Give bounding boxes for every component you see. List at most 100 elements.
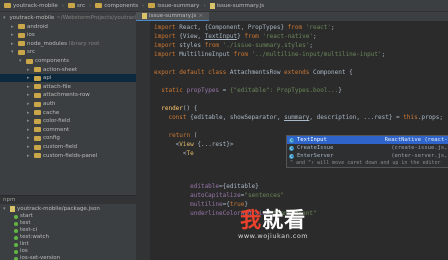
tab-label: issue-summary.js: [149, 12, 197, 19]
tree-item[interactable]: ▾ src: [0, 48, 136, 56]
chevron-down-icon[interactable]: ▾: [3, 205, 8, 213]
npm-script-icon: [14, 235, 18, 240]
chevron-right-icon: ›: [203, 2, 206, 9]
chevron-down-icon[interactable]: ▾: [3, 14, 6, 22]
npm-script-label: ios-set-version: [20, 255, 61, 260]
code-token: summary: [284, 114, 310, 121]
chevron-right-icon: ›: [61, 2, 64, 9]
npm-script-label: test: [20, 220, 31, 226]
npm-script-icon: [14, 221, 18, 226]
code-line: const {editable, showSeparator, summary,…: [154, 113, 443, 122]
code-token: AttachmentsRow: [229, 69, 285, 76]
breadcrumb-item[interactable]: src: [67, 3, 85, 9]
chevron-right-icon[interactable]: ▸: [11, 23, 16, 31]
chevron-right-icon[interactable]: ▸: [27, 143, 32, 151]
npm-script-item[interactable]: lint: [0, 241, 136, 248]
code-token: true: [229, 201, 245, 208]
tree-item[interactable]: ▸ config: [0, 134, 136, 142]
close-icon[interactable]: ×: [198, 12, 203, 21]
breadcrumb-item[interactable]: youtrack-mobile: [4, 3, 58, 9]
js-file-icon: [209, 2, 215, 9]
chevron-down-icon[interactable]: ▾: [11, 48, 16, 56]
breadcrumb-item[interactable]: issue-summary: [148, 3, 199, 9]
folder-icon: [34, 101, 41, 107]
folder-icon: [4, 3, 11, 8]
chevron-right-icon[interactable]: ▸: [27, 100, 32, 108]
tree-item[interactable]: ▾ youtrack-mobile ~/WebstormProjects/youtr…: [0, 14, 136, 22]
code-line: import {View, TextInput} from 'react-nat…: [154, 32, 443, 41]
chevron-right-icon[interactable]: ▸: [27, 66, 32, 74]
code-token: () {: [182, 105, 198, 112]
tree-item[interactable]: ▸ api: [0, 74, 136, 83]
chevron-right-icon: ›: [88, 2, 92, 9]
chevron-right-icon[interactable]: ▸: [27, 126, 32, 134]
editor-tab-bar: issue-summary.js ×: [136, 12, 448, 21]
class-icon: C: [289, 145, 294, 151]
chevron-right-icon[interactable]: ▸: [27, 152, 32, 160]
tree-item[interactable]: ▸ android: [0, 23, 136, 31]
chevron-right-icon[interactable]: ▸: [27, 74, 32, 82]
code-token: View: [179, 141, 198, 148]
autocomplete-item[interactable]: CTextInput ReactNative (react-native.js, …: [287, 136, 448, 144]
tree-item[interactable]: ▸ attachments-row: [0, 91, 136, 99]
tree-item[interactable]: ▸ node_modules library root: [0, 40, 136, 48]
chevron-right-icon[interactable]: ▸: [27, 117, 32, 125]
autocomplete-item-type: (create-issue.js, src/views/create-issue…: [391, 145, 448, 151]
package-json-icon: [10, 206, 15, 212]
chevron-right-icon[interactable]: ▸: [11, 40, 16, 48]
chevron-right-icon[interactable]: ▸: [27, 91, 32, 99]
npm-script-item[interactable]: ios: [0, 248, 136, 255]
npm-script-item[interactable]: test:watch: [0, 234, 136, 241]
watermark-url: www.wojiukan.com: [238, 232, 309, 240]
chevron-right-icon[interactable]: ▸: [27, 109, 32, 117]
tree-item[interactable]: ▸ action-sheet: [0, 66, 136, 74]
code-token: <: [154, 141, 180, 148]
tree-item-extra: library root: [68, 40, 100, 47]
code-token: return: [168, 132, 194, 139]
autocomplete-item[interactable]: CCreateIssue (create-issue.js, src/views/…: [287, 144, 448, 152]
tree-item[interactable]: ▸ comment: [0, 126, 136, 134]
folder-icon: [34, 144, 41, 150]
autocomplete-item-name: TextInput: [297, 137, 327, 143]
tree-item[interactable]: ▸ ios: [0, 31, 136, 39]
code-token: React, {Component, PropTypes}: [179, 24, 288, 31]
code-token: from: [244, 33, 263, 40]
folder-icon: [67, 3, 75, 8]
npm-panel-header: npm: [0, 195, 136, 204]
tree-item-label: ios: [27, 32, 35, 39]
npm-script-item[interactable]: test: [0, 220, 136, 227]
breadcrumb-item[interactable]: components: [95, 3, 138, 9]
tree-item[interactable]: ▸ color-field: [0, 117, 136, 125]
chevron-down-icon[interactable]: ▾: [19, 57, 24, 65]
npm-script-item[interactable]: start: [0, 213, 136, 220]
folder-icon: [18, 32, 25, 38]
tree-item[interactable]: ▸ auth: [0, 100, 136, 108]
npm-script-item[interactable]: ios-set-version: [0, 255, 136, 260]
tree-item[interactable]: ▸ attach-file: [0, 83, 136, 91]
code-token: from: [233, 51, 252, 58]
tree-item[interactable]: ▾ components: [0, 57, 136, 65]
tab-issue-summary[interactable]: issue-summary.js ×: [136, 12, 210, 21]
folder-icon: [34, 135, 41, 141]
code-line: render() {: [154, 104, 443, 113]
autocomplete-item[interactable]: CEnterServer (enter-server.js, src/views/…: [287, 152, 448, 160]
tree-item[interactable]: ▸ custom-field: [0, 143, 136, 151]
code-token: <: [154, 150, 187, 157]
npm-script-item[interactable]: test-ci: [0, 227, 136, 234]
chevron-right-icon[interactable]: ▸: [27, 83, 32, 91]
npm-package-label: youtrack-mobile/package.json: [17, 206, 100, 212]
code-line: editable={editable}: [154, 182, 317, 191]
npm-panel-title: npm: [3, 197, 16, 203]
chevron-right-icon[interactable]: ▸: [11, 31, 16, 39]
tree-item[interactable]: ▸ custom-fields-panel: [0, 152, 136, 160]
tree-item[interactable]: ▸ cache: [0, 109, 136, 117]
folder-icon: [95, 3, 103, 8]
breadcrumb-item[interactable]: issue-summary.js: [209, 2, 264, 9]
code-token: from: [287, 24, 306, 31]
npm-package-row[interactable]: ▾ youtrack-mobile/package.json: [0, 205, 136, 213]
code-token: propTypes: [186, 87, 223, 94]
code-line: import styles from './issue-summary.styl…: [154, 41, 443, 50]
chevron-right-icon[interactable]: ▸: [27, 134, 32, 142]
